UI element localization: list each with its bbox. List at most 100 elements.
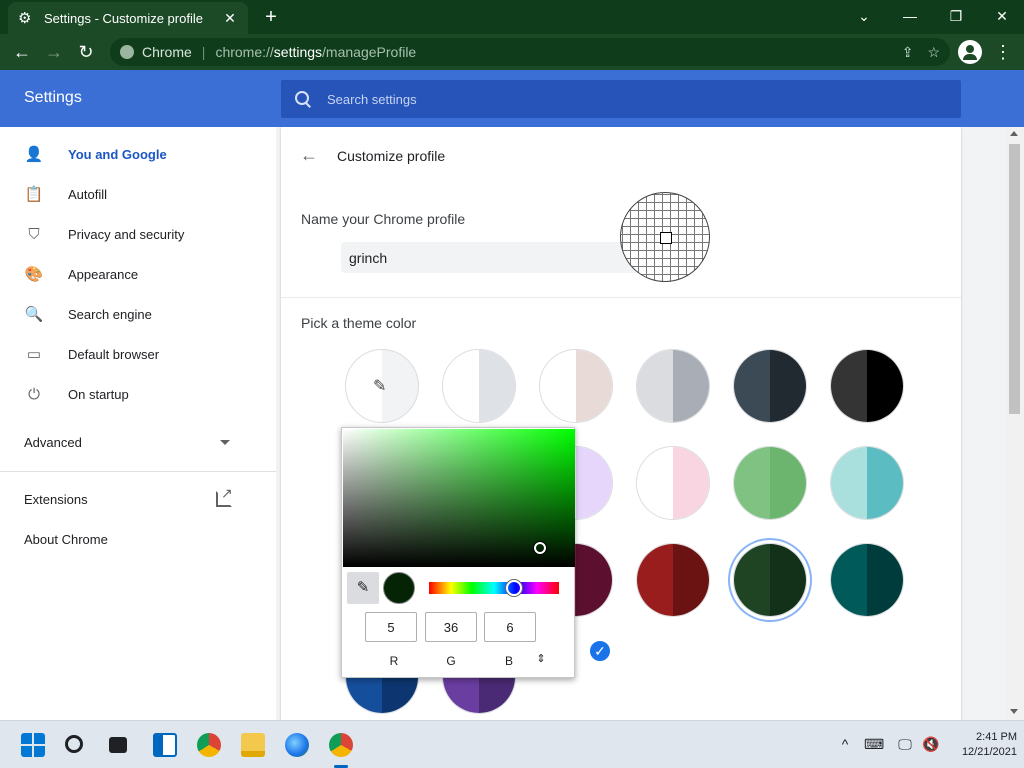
back-button[interactable]: ← xyxy=(10,40,34,64)
eyedropper-button[interactable]: ✎ xyxy=(347,572,379,604)
scrollbar-thumb[interactable] xyxy=(1009,144,1020,414)
network-icon[interactable]: 🖵 xyxy=(896,735,914,753)
swatch-left-half xyxy=(637,544,673,616)
widgets-icon[interactable] xyxy=(153,733,177,757)
theme-swatch[interactable] xyxy=(830,543,904,617)
theme-swatch[interactable] xyxy=(636,349,710,423)
theme-swatch[interactable] xyxy=(636,446,710,520)
browser-window-icon: ▭ xyxy=(26,346,42,363)
sidebar-item-on-startup[interactable]: ⏻ On startup xyxy=(0,374,276,414)
theme-swatch[interactable] xyxy=(636,543,710,617)
keyboard-icon[interactable]: ⌨ xyxy=(864,735,884,753)
volume-muted-icon[interactable]: 🔇 xyxy=(922,735,940,753)
taskbar-search-icon[interactable] xyxy=(65,735,83,753)
theme-swatch[interactable] xyxy=(539,349,613,423)
forward-button[interactable]: → xyxy=(42,40,66,64)
sidebar-item-label: Appearance xyxy=(68,266,139,282)
close-window-button[interactable]: ✕ xyxy=(988,4,1016,28)
swatch-left-half xyxy=(734,544,770,616)
color-picker-popup: ✎ R G B ⇕ xyxy=(341,427,575,678)
custom-color-swatch[interactable]: ✎ xyxy=(345,349,419,423)
palette-icon: 🎨 xyxy=(24,266,44,283)
sidebar-item-label: Search engine xyxy=(68,306,152,322)
sidebar-item-privacy-and-security[interactable]: ⛉ Privacy and security xyxy=(0,214,276,254)
search-settings-input[interactable] xyxy=(327,91,927,107)
search-icon xyxy=(295,91,311,107)
address-bar[interactable]: Chrome | chrome://settings/manageProfile… xyxy=(110,38,950,66)
taskbar-clock[interactable]: 2:41 PM 12/21/2021 xyxy=(945,730,1017,760)
theme-swatch[interactable] xyxy=(733,543,807,617)
format-toggle-icon[interactable]: ⇕ xyxy=(534,652,548,665)
back-arrow-icon[interactable]: ← xyxy=(299,145,319,165)
green-label: G xyxy=(446,654,456,668)
kebab-menu-icon[interactable]: ⋮ xyxy=(994,40,1012,64)
blue-input[interactable] xyxy=(484,612,536,642)
chrome-profile-taskbar-icon[interactable] xyxy=(329,733,353,757)
swatch-left-half xyxy=(831,447,867,519)
swatch-right-half xyxy=(770,544,806,616)
green-input[interactable] xyxy=(425,612,477,642)
red-input[interactable] xyxy=(365,612,417,642)
tab-title: Settings - Customize profile xyxy=(44,10,203,26)
theme-swatch[interactable] xyxy=(733,349,807,423)
saturation-value-area[interactable] xyxy=(343,429,575,567)
page-scrollbar[interactable] xyxy=(1005,127,1024,720)
bookmark-star-icon[interactable]: ☆ xyxy=(927,44,940,61)
sidebar-item-label: You and Google xyxy=(68,146,167,162)
swatch-left-half xyxy=(734,350,770,422)
close-tab-icon[interactable]: ✕ xyxy=(222,10,238,27)
sidebar-item-you-and-google[interactable]: 👤 You and Google xyxy=(0,134,276,174)
share-icon[interactable]: ⇪ xyxy=(902,44,914,61)
swatch-right-half xyxy=(576,350,612,422)
task-view-icon[interactable] xyxy=(109,737,127,753)
chevron-up-icon[interactable]: ^ xyxy=(836,735,854,753)
sidebar-item-about-chrome[interactable]: About Chrome xyxy=(0,519,276,559)
sidebar-item-autofill[interactable]: 📋 Autofill xyxy=(0,174,276,214)
scroll-down-arrow-icon[interactable] xyxy=(1010,709,1018,714)
hue-slider-handle[interactable] xyxy=(505,580,522,596)
sidebar-item-search-engine[interactable]: 🔍 Search engine xyxy=(0,294,276,334)
theme-swatch[interactable] xyxy=(442,349,516,423)
profile-name-label: Name your Chrome profile xyxy=(301,211,466,227)
sidebar-advanced[interactable]: Advanced xyxy=(0,422,276,462)
card-divider xyxy=(281,297,961,298)
theme-swatch[interactable] xyxy=(830,349,904,423)
saturation-value-handle[interactable] xyxy=(534,541,547,554)
profile-name-input[interactable] xyxy=(341,242,641,273)
eyedropper-magnifier xyxy=(620,192,710,282)
omnibox-separator: | xyxy=(201,44,206,60)
selected-check-icon: ✓ xyxy=(588,639,612,663)
new-tab-button[interactable]: + xyxy=(260,5,282,29)
active-tab[interactable]: ⚙ Settings - Customize profile ✕ xyxy=(8,2,248,34)
scroll-up-arrow-icon[interactable] xyxy=(1010,131,1018,136)
swatch-left-half xyxy=(637,350,673,422)
url-scheme: chrome:// xyxy=(215,44,274,60)
swatch-right-half xyxy=(673,350,709,422)
search-settings-box[interactable] xyxy=(281,80,961,118)
reload-button[interactable]: ↻ xyxy=(74,40,98,64)
swatch-right-half xyxy=(867,544,903,616)
windows-start-icon[interactable] xyxy=(21,733,45,757)
sidebar-item-extensions[interactable]: Extensions xyxy=(0,479,276,519)
theme-swatch[interactable] xyxy=(733,446,807,520)
file-explorer-icon[interactable] xyxy=(241,733,265,757)
about-label: About Chrome xyxy=(24,531,108,547)
omnibox-actions: ⇪ ☆ xyxy=(902,44,940,61)
hue-slider[interactable] xyxy=(429,580,559,596)
eyedropper-icon: ✎ xyxy=(373,378,387,395)
swatch-right-half xyxy=(479,350,515,422)
tab-search-button[interactable]: ⌄ xyxy=(850,4,878,28)
sidebar-item-appearance[interactable]: 🎨 Appearance xyxy=(0,254,276,294)
sidebar-divider xyxy=(0,471,276,472)
clipboard-icon: 📋 xyxy=(24,186,44,203)
url-host: settings xyxy=(273,44,323,60)
paint-globe-icon[interactable] xyxy=(285,733,309,757)
swatch-left-half xyxy=(734,447,770,519)
profile-avatar-button[interactable] xyxy=(958,40,982,64)
theme-swatch[interactable] xyxy=(830,446,904,520)
maximize-button[interactable]: ❐ xyxy=(942,4,970,28)
chrome-taskbar-icon[interactable] xyxy=(197,733,221,757)
minimize-button[interactable]: — xyxy=(896,4,924,28)
sidebar-item-default-browser[interactable]: ▭ Default browser xyxy=(0,334,276,374)
advanced-label: Advanced xyxy=(24,434,82,450)
